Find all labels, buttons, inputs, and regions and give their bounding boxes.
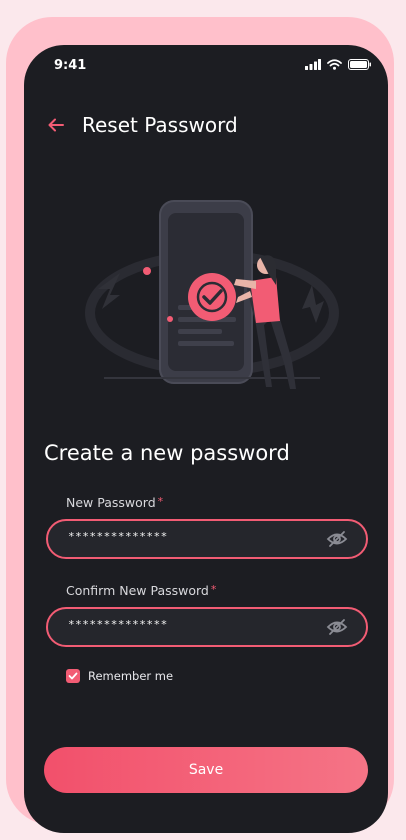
status-time: 9:41 (54, 58, 87, 73)
new-password-label: New Password * (66, 495, 163, 510)
page-title: Reset Password (82, 113, 238, 137)
confirm-password-label-text: Confirm New Password (66, 583, 209, 598)
save-button-label: Save (188, 762, 224, 778)
eye-off-icon[interactable] (326, 617, 348, 637)
check-icon (68, 672, 78, 680)
new-password-input[interactable]: ************** (46, 519, 368, 559)
save-button[interactable]: Save (44, 747, 368, 793)
phone-screen: 9:41 Reset Password Create a new passwor… (24, 45, 388, 833)
wifi-icon (327, 59, 342, 70)
required-mark: * (157, 495, 164, 508)
section-heading: Create a new password (44, 441, 290, 465)
eye-off-icon[interactable] (326, 529, 348, 549)
reset-password-illustration (85, 200, 339, 389)
remember-me-checkbox[interactable]: Remember me (66, 669, 173, 683)
back-button[interactable] (44, 113, 68, 137)
confirm-password-value: ************** (68, 618, 168, 631)
checkbox-box[interactable] (66, 669, 80, 683)
status-icons (305, 59, 372, 70)
remember-me-label: Remember me (88, 669, 174, 683)
signal-icon (305, 59, 321, 70)
confirm-password-label: Confirm New Password * (66, 583, 216, 598)
arrow-left-icon (48, 118, 64, 132)
device-frame: 9:41 Reset Password Create a new passwor… (6, 17, 394, 833)
new-password-value: ************** (68, 530, 168, 543)
header: Reset Password (24, 105, 388, 145)
battery-icon (348, 59, 371, 70)
status-bar: 9:41 (24, 45, 388, 85)
confirm-password-input[interactable]: ************** (46, 607, 368, 647)
new-password-label-text: New Password (66, 495, 156, 510)
required-mark: * (210, 583, 217, 596)
